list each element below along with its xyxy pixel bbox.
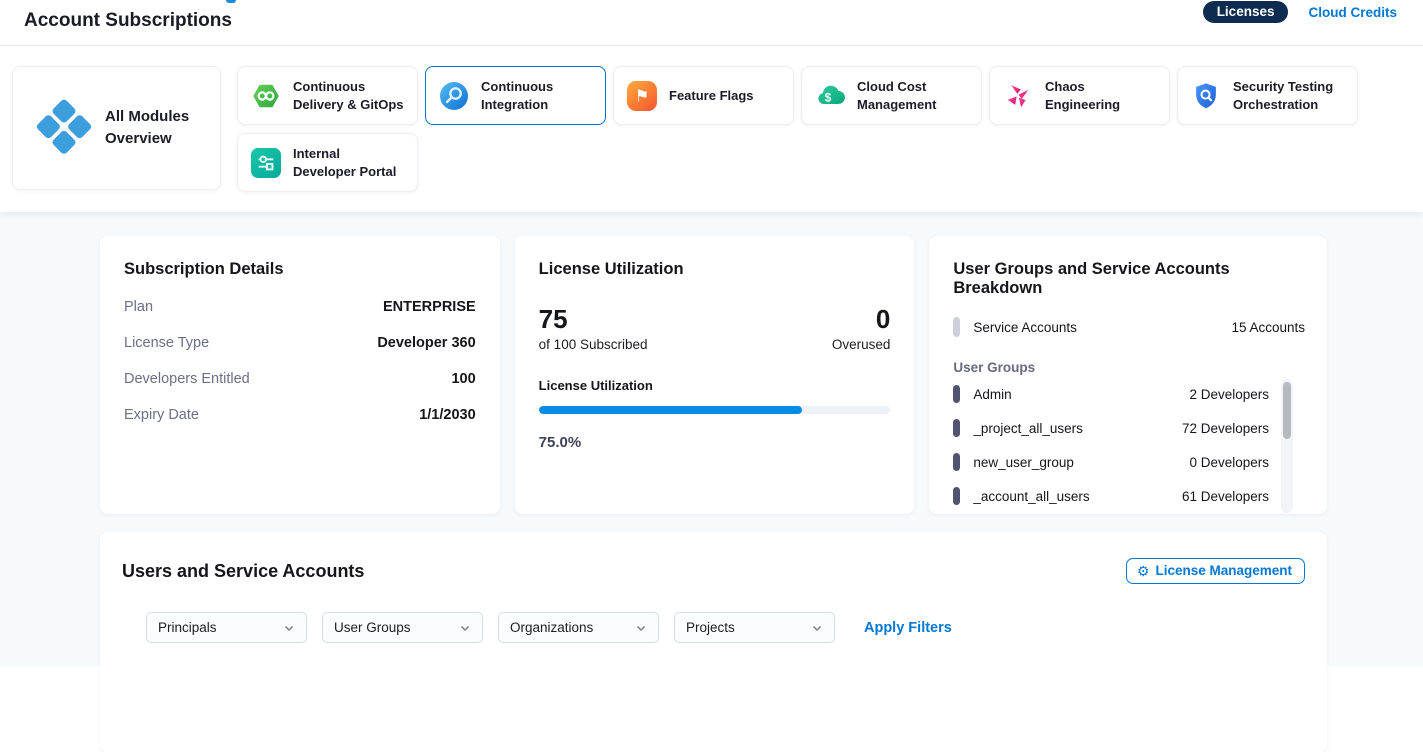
internal-developer-portal-icon: [250, 147, 282, 179]
overused-caption: Overused: [832, 337, 891, 352]
feature-flags-icon: ⚑: [626, 80, 658, 112]
header-actions: Licenses Cloud Credits: [1203, 0, 1397, 24]
licenses-toggle-button[interactable]: Licenses: [1203, 1, 1289, 23]
module-tile-security-testing[interactable]: Security Testing Orchestration: [1177, 66, 1358, 125]
modules-strip: All Modules Overview Continuous Delivery…: [0, 46, 1423, 212]
chevron-down-icon: [811, 622, 823, 634]
module-tile-label: Continuous Delivery & GitOps: [293, 78, 405, 113]
principals-dropdown[interactable]: Principals: [146, 612, 307, 643]
continuous-integration-icon: [438, 80, 470, 112]
users-section-title: Users and Service Accounts: [122, 561, 364, 582]
subscription-details-card: Subscription Details Plan ENTERPRISE Lic…: [100, 236, 500, 514]
module-tile-label: Feature Flags: [669, 87, 754, 105]
chevron-down-icon: [283, 622, 295, 634]
chevron-down-icon: [635, 622, 647, 634]
all-modules-overview-tile[interactable]: All Modules Overview: [12, 66, 221, 190]
cloud-cost-management-icon: $: [814, 80, 846, 112]
scrollbar[interactable]: [1281, 379, 1293, 513]
users-section-header: Users and Service Accounts ⚙ License Man…: [122, 558, 1305, 584]
overused-count: 0: [832, 305, 891, 334]
utilization-stats: 75 of 100 Subscribed 0 Overused: [539, 305, 891, 352]
cloud-credits-link[interactable]: Cloud Credits: [1308, 5, 1397, 20]
all-modules-icon: [34, 98, 94, 158]
module-tile-feature-flags[interactable]: ⚑ Feature Flags: [613, 66, 794, 125]
detail-row-plan: Plan ENTERPRISE: [124, 289, 476, 325]
user-group-row: _project_all_users 72 Developers: [953, 411, 1271, 445]
used-stat: 75 of 100 Subscribed: [539, 305, 648, 352]
module-tile-label: Security Testing Orchestration: [1233, 78, 1345, 113]
organizations-dropdown[interactable]: Organizations: [498, 612, 659, 643]
breakdown-card: User Groups and Service Accounts Breakdo…: [929, 236, 1327, 514]
continuous-delivery-icon: [250, 80, 282, 112]
chevron-down-icon: [459, 622, 471, 634]
user-group-row: new_user_group 0 Developers: [953, 445, 1271, 479]
apply-filters-button[interactable]: Apply Filters: [864, 620, 952, 636]
card-title: User Groups and Service Accounts Breakdo…: [953, 260, 1305, 298]
subscription-detail-rows: Plan ENTERPRISE License Type Developer 3…: [124, 289, 476, 433]
page-header: Account Subscriptions Licenses Cloud Cre…: [0, 0, 1423, 46]
service-accounts-row: Service Accounts 15 Accounts: [953, 310, 1305, 344]
security-testing-icon: [1190, 80, 1222, 112]
module-tile-label: Continuous Integration: [481, 78, 593, 113]
overview-tile-label: All Modules Overview: [105, 106, 195, 150]
module-tile-label: Chaos Engineering: [1045, 78, 1157, 113]
user-group-row: Admin 2 Developers: [953, 377, 1271, 411]
detail-row-license-type: License Type Developer 360: [124, 325, 476, 361]
module-tile-label: Cloud Cost Management: [857, 78, 969, 113]
module-tile-label: Internal Developer Portal: [293, 145, 405, 180]
module-tile-continuous-integration[interactable]: Continuous Integration: [425, 66, 606, 125]
detail-row-developers-entitled: Developers Entitled 100: [124, 361, 476, 397]
card-title: License Utilization: [539, 260, 891, 279]
user-group-pill-icon: [953, 419, 960, 437]
module-tile-chaos-engineering[interactable]: Chaos Engineering: [989, 66, 1170, 125]
user-groups-label: User Groups: [953, 360, 1305, 375]
detail-row-expiry-date: Expiry Date 1/1/2030: [124, 397, 476, 433]
user-group-pill-icon: [953, 385, 960, 403]
svg-text:$: $: [825, 90, 832, 104]
scrollbar-thumb[interactable]: [1283, 382, 1291, 439]
module-tiles: Continuous Delivery & GitOps Continuous …: [237, 66, 1367, 192]
page-title: Account Subscriptions: [24, 10, 232, 32]
module-tile-continuous-delivery[interactable]: Continuous Delivery & GitOps: [237, 66, 418, 125]
user-groups-dropdown[interactable]: User Groups: [322, 612, 483, 643]
used-count: 75: [539, 305, 648, 334]
main-content: Subscription Details Plan ENTERPRISE Lic…: [0, 212, 1423, 666]
module-tile-cloud-cost-management[interactable]: $ Cloud Cost Management: [801, 66, 982, 125]
card-title: Subscription Details: [124, 260, 476, 279]
module-tile-internal-developer-portal[interactable]: Internal Developer Portal: [237, 133, 418, 192]
utilization-percent: 75.0%: [539, 434, 891, 451]
users-and-service-accounts-section: Users and Service Accounts ⚙ License Man…: [100, 532, 1327, 752]
service-accounts-pill-icon: [953, 317, 960, 337]
user-group-pill-icon: [953, 487, 960, 505]
filters-row: Principals User Groups Organizations Pro…: [146, 612, 1305, 643]
license-management-button[interactable]: ⚙ License Management: [1126, 558, 1305, 584]
user-groups-list: Admin 2 Developers _project_all_users 72…: [953, 377, 1305, 513]
utilization-progress-track: [539, 406, 891, 414]
summary-cards-row: Subscription Details Plan ENTERPRISE Lic…: [100, 236, 1327, 514]
utilization-progress-fill: [539, 406, 803, 414]
used-caption: of 100 Subscribed: [539, 337, 648, 352]
progress-bar-label: License Utilization: [539, 378, 891, 393]
overused-stat: 0 Overused: [832, 305, 891, 352]
user-group-row: _account_all_users 61 Developers: [953, 479, 1271, 513]
user-group-pill-icon: [953, 453, 960, 471]
projects-dropdown[interactable]: Projects: [674, 612, 835, 643]
gear-icon: ⚙: [1137, 564, 1150, 578]
license-utilization-card: License Utilization 75 of 100 Subscribed…: [515, 236, 915, 514]
active-tab-indicator: [226, 0, 236, 3]
chaos-engineering-icon: [1002, 80, 1034, 112]
